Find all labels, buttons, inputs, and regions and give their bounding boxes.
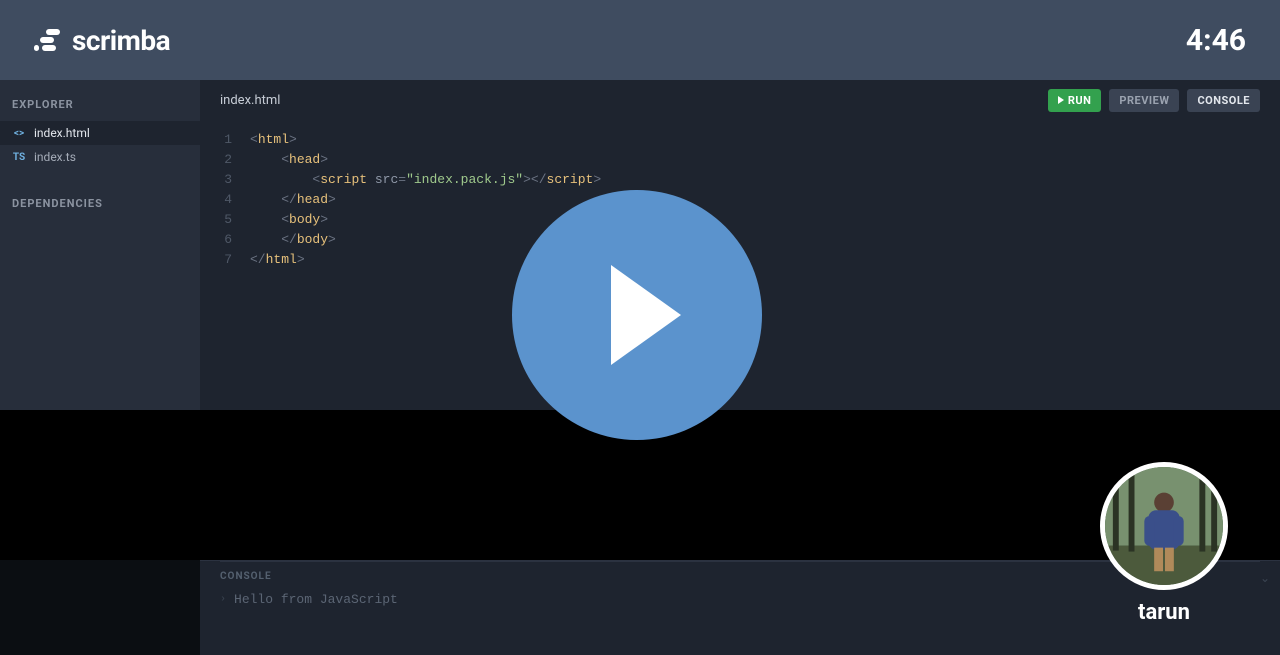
code-content: <script src="index.pack.js"></script>	[250, 170, 601, 190]
author-badge: tarun	[1100, 462, 1228, 625]
code-line: 3 <script src="index.pack.js"></script>	[200, 170, 1280, 190]
chevron-down-icon[interactable]: ⌄	[1260, 571, 1270, 585]
line-number: 5	[200, 210, 250, 230]
ts-file-icon: TS	[12, 152, 26, 163]
file-name: index.ts	[34, 150, 76, 164]
line-number: 4	[200, 190, 250, 210]
line-number: 2	[200, 150, 250, 170]
run-button[interactable]: RUN	[1048, 89, 1102, 112]
code-content: </body>	[250, 230, 336, 250]
code-line: 1<html>	[200, 130, 1280, 150]
dependencies-heading: DEPENDENCIES	[0, 169, 200, 220]
html-file-icon: <>	[12, 128, 26, 139]
play-video-button[interactable]	[512, 190, 762, 440]
brand-logo: scrimba	[34, 24, 170, 57]
file-name: index.html	[34, 126, 90, 140]
code-line: 5 <body>	[200, 210, 1280, 230]
header-bar: scrimba 4:46	[0, 0, 1280, 80]
preview-label: PREVIEW	[1119, 94, 1169, 107]
run-label: RUN	[1068, 94, 1092, 107]
code-line: 2 <head>	[200, 150, 1280, 170]
code-line: 4 </head>	[200, 190, 1280, 210]
line-number: 6	[200, 230, 250, 250]
line-number: 3	[200, 170, 250, 190]
code-content: </head>	[250, 190, 336, 210]
author-name: tarun	[1138, 600, 1190, 625]
console-label: CONSOLE	[1197, 94, 1250, 107]
console-output-text: Hello from JavaScript	[234, 592, 398, 607]
sidebar: EXPLORER <> index.html TS index.ts DEPEN…	[0, 80, 200, 410]
explorer-heading: EXPLORER	[0, 80, 200, 121]
video-duration: 4:46	[1186, 23, 1246, 58]
line-number: 1	[200, 130, 250, 150]
code-content: </html>	[250, 250, 305, 270]
brand-name: scrimba	[72, 24, 170, 57]
file-item-index-ts[interactable]: TS index.ts	[0, 145, 200, 169]
author-avatar[interactable]	[1100, 462, 1228, 590]
line-number: 7	[200, 250, 250, 270]
code-content: <head>	[250, 150, 328, 170]
editor-actions: RUN PREVIEW CONSOLE	[1048, 89, 1260, 112]
play-icon	[611, 265, 681, 365]
file-item-index-html[interactable]: <> index.html	[0, 121, 200, 145]
chevron-right-icon: ›	[220, 594, 226, 605]
open-file-tab[interactable]: index.html	[220, 93, 280, 108]
code-content: <body>	[250, 210, 328, 230]
play-icon	[1058, 96, 1064, 104]
console-button[interactable]: CONSOLE	[1187, 89, 1260, 112]
scrimba-logo-icon	[34, 29, 62, 51]
preview-button[interactable]: PREVIEW	[1109, 89, 1179, 112]
editor-tab-bar: index.html RUN PREVIEW CONSOLE	[200, 80, 1280, 120]
code-content: <html>	[250, 130, 297, 150]
